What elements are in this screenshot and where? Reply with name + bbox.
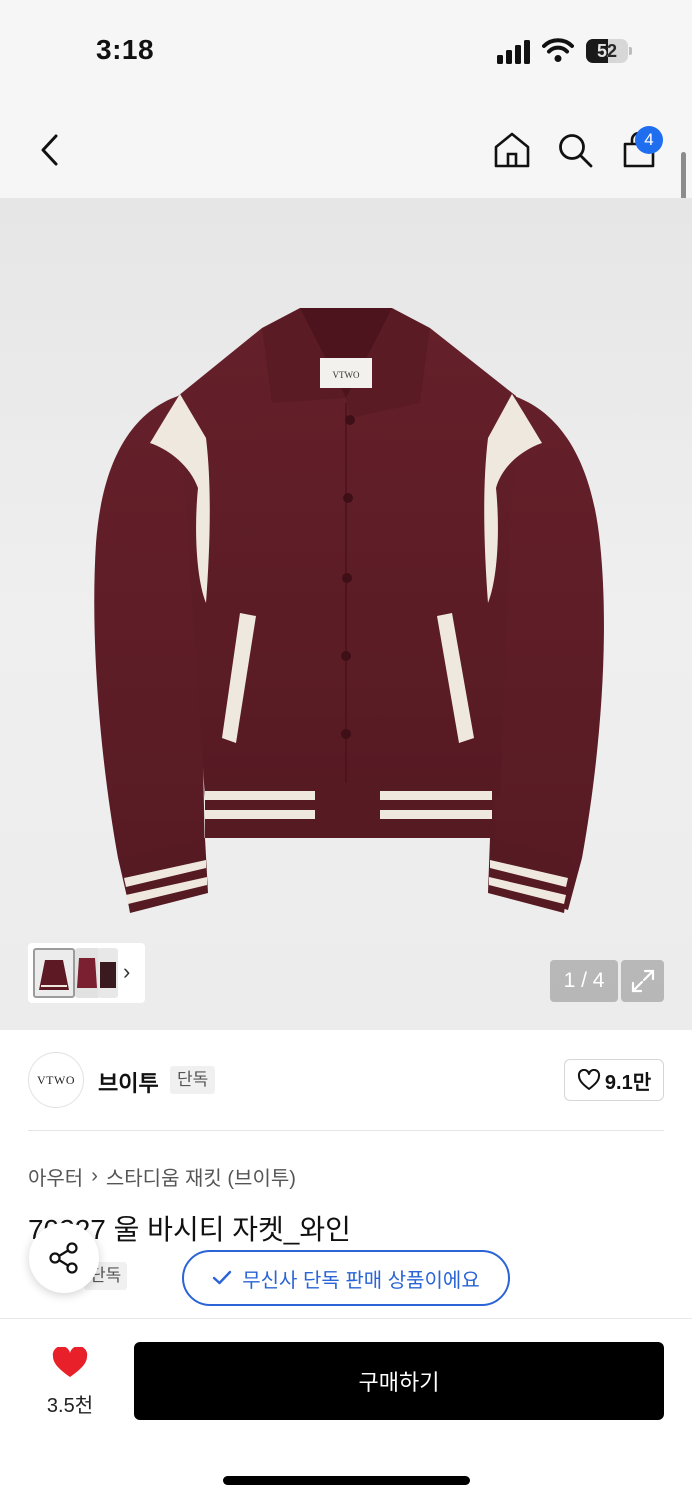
jacket-thumbnail-icon <box>39 960 69 990</box>
battery-body: 52 <box>586 39 628 63</box>
home-icon <box>494 132 530 168</box>
buy-button[interactable]: 구매하기 <box>134 1342 664 1420</box>
battery-cap <box>629 47 632 55</box>
bottom-action-bar: 3.5천 구매하기 <box>0 1318 692 1500</box>
brand-row: VTWO 브이투 단독 9.1만 <box>0 1030 692 1130</box>
brand-exclusive-tag: 단독 <box>170 1066 216 1094</box>
search-button[interactable] <box>553 128 597 172</box>
wishlist-button[interactable]: 3.5천 <box>28 1345 112 1419</box>
expand-icon <box>631 969 654 993</box>
brand-name[interactable]: 브이투 <box>98 1066 159 1098</box>
search-icon <box>559 134 593 168</box>
breadcrumb: 아우터 › 스타디움 재킷 (브이투) <box>28 1162 296 1191</box>
share-icon <box>49 1242 78 1274</box>
cellular-signal-icon <box>497 40 530 64</box>
brand-like-count: 9.1만 <box>604 1071 652 1094</box>
thumbnail-1[interactable] <box>33 948 75 998</box>
top-navigation <box>0 100 692 198</box>
home-indicator[interactable] <box>223 1476 470 1485</box>
thumbnail-2[interactable] <box>75 948 100 998</box>
back-button[interactable] <box>28 128 72 172</box>
home-button[interactable] <box>490 128 534 172</box>
detail-thumbnail-icon <box>100 962 116 988</box>
thumbnail-3[interactable] <box>98 948 118 998</box>
model-thumbnail-icon <box>77 958 97 988</box>
cart-count-badge: 4 <box>635 126 663 154</box>
thumbnail-strip[interactable]: › <box>28 943 145 1003</box>
wishlist-count: 3.5천 <box>46 1395 94 1417</box>
wifi-icon <box>542 38 574 62</box>
status-time: 3:18 <box>96 34 155 65</box>
status-bar: 3:18 52 <box>0 0 692 100</box>
heart-outline-icon <box>577 1069 600 1090</box>
svg-text:VTWO: VTWO <box>333 370 360 380</box>
brand-logo[interactable]: VTWO <box>28 1052 84 1108</box>
section-divider <box>28 1130 664 1131</box>
battery-label: 52 <box>596 41 618 61</box>
chevron-right-icon[interactable]: › <box>123 961 130 983</box>
share-button[interactable] <box>29 1223 99 1293</box>
battery-indicator: 52 <box>586 39 632 63</box>
checkmark-icon <box>213 1270 232 1285</box>
expand-image-button[interactable] <box>621 960 664 1002</box>
exclusive-notice-text: 무신사 단독 판매 상품이에요 <box>242 1269 480 1292</box>
breadcrumb-separator-icon: › <box>91 1165 98 1187</box>
brand-like-button[interactable]: 9.1만 <box>564 1059 664 1101</box>
varsity-jacket-illustration: VTWO <box>94 308 604 913</box>
breadcrumb-subcategory[interactable]: 스타디움 재킷 (브이투) <box>106 1162 296 1191</box>
exclusive-sale-notice[interactable]: 무신사 단독 판매 상품이에요 <box>182 1250 510 1306</box>
product-image[interactable]: VTWO <box>0 198 692 1030</box>
breadcrumb-category[interactable]: 아우터 <box>28 1162 83 1191</box>
heart-filled-icon <box>52 1347 88 1377</box>
image-page-counter: 1 / 4 <box>550 960 618 1002</box>
chevron-left-icon <box>41 134 58 166</box>
